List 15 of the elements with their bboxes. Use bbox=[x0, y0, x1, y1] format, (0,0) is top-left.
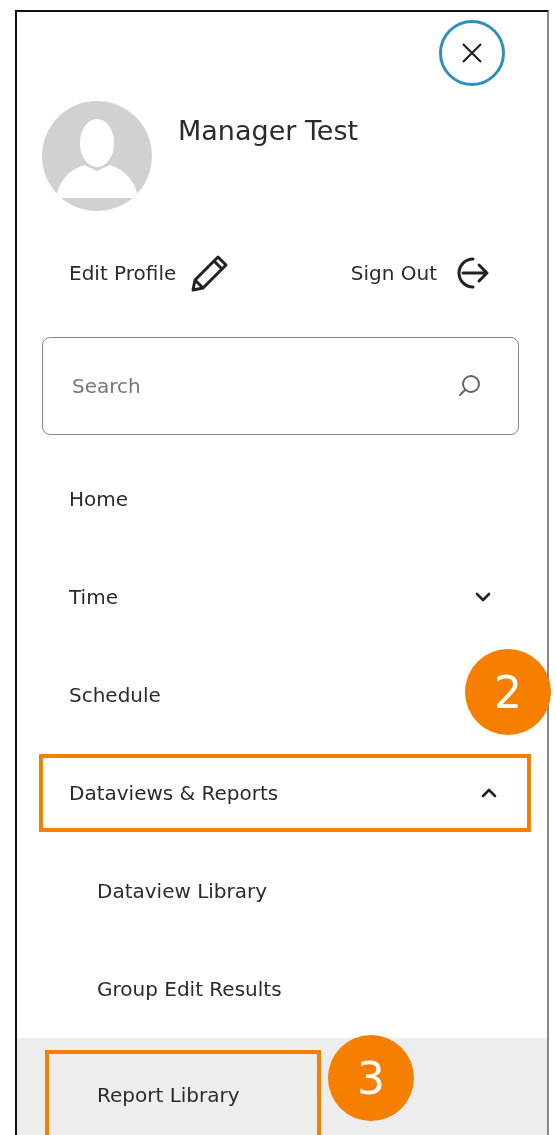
close-icon bbox=[460, 41, 484, 65]
submenu-item[interactable]: Report Library bbox=[45, 1050, 321, 1135]
submenu-item[interactable]: Dataview Library bbox=[17, 842, 547, 940]
avatar-icon bbox=[42, 101, 152, 211]
search-icon[interactable] bbox=[456, 373, 482, 399]
search-input[interactable]: Search bbox=[70, 373, 456, 399]
menu-item[interactable]: Time bbox=[17, 548, 547, 646]
user-name: Manager Test bbox=[178, 115, 359, 146]
sign-out-button[interactable]: Sign Out bbox=[350, 253, 491, 293]
edit-profile-button[interactable]: Edit Profile bbox=[69, 253, 231, 293]
menu-item[interactable]: Home bbox=[17, 450, 547, 548]
step-callout-tooltip: 2 bbox=[465, 649, 551, 735]
submenu-item[interactable]: Group Edit Results bbox=[17, 940, 547, 1038]
search-field[interactable]: Search bbox=[42, 337, 519, 435]
menu-item[interactable]: Dataviews & Reports bbox=[39, 754, 531, 832]
